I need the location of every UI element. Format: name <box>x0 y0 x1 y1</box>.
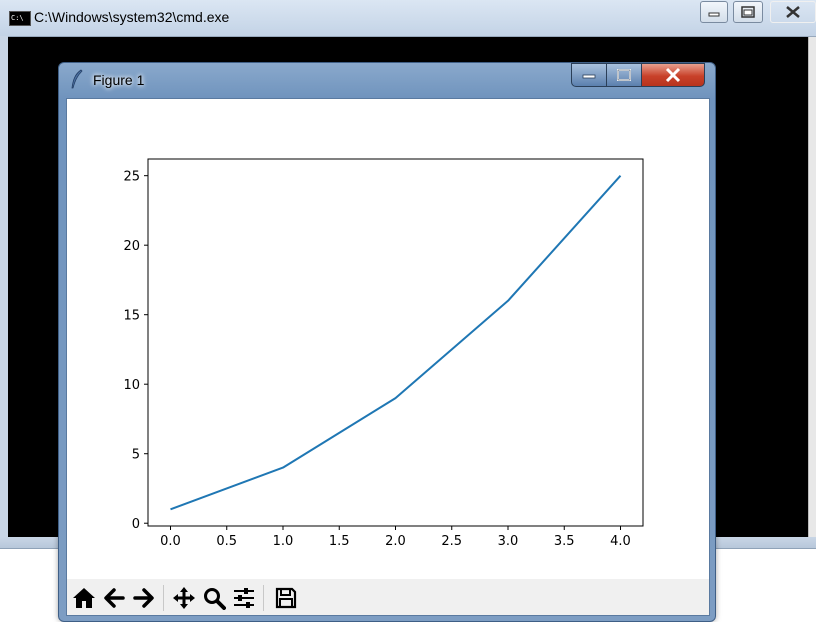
figure-window: Figure 1 0.0 0.5 1.0 1.5 2.0 2.5 3.0 3.5 4.0 0 5 10… <box>58 62 716 622</box>
x-tick-label: 0.0 <box>160 534 181 549</box>
save-button[interactable] <box>272 584 300 612</box>
cmd-close-button[interactable] <box>770 1 816 23</box>
line-chart: 0.0 0.5 1.0 1.5 2.0 2.5 3.0 3.5 4.0 0 5 10 15 20 25 <box>123 158 644 549</box>
y-tick-label: 10 <box>123 378 140 393</box>
save-icon <box>275 587 297 609</box>
figure-window-title: Figure 1 <box>93 72 145 88</box>
x-tick-label: 3.0 <box>498 534 519 549</box>
figure-client-area: 0.0 0.5 1.0 1.5 2.0 2.5 3.0 3.5 4.0 0 5 10 15 20 25 <box>66 98 710 616</box>
back-icon <box>104 588 125 608</box>
figure-maximize-button[interactable] <box>606 63 642 87</box>
x-tick-label: 2.5 <box>441 534 462 549</box>
cmd-icon: C:\ <box>9 11 31 26</box>
configure-subplots-icon <box>234 588 254 608</box>
feather-icon <box>71 69 83 89</box>
figure-minimize-button[interactable] <box>571 63 607 87</box>
pan-button[interactable] <box>170 584 198 612</box>
home-button[interactable] <box>70 584 98 612</box>
toolbar-separator <box>263 585 264 611</box>
y-tick-label: 15 <box>123 309 140 324</box>
restore-icon <box>741 6 755 18</box>
configure-subplots-button[interactable] <box>230 584 258 612</box>
navigation-toolbar <box>67 579 709 615</box>
x-tick-label: 4.0 <box>610 534 631 549</box>
zoom-button[interactable] <box>200 584 228 612</box>
axes: 0.0 0.5 1.0 1.5 2.0 2.5 3.0 3.5 4.0 0 5 10 15 20 25 <box>123 158 644 549</box>
back-button[interactable] <box>100 584 128 612</box>
cmd-frame <box>0 36 8 538</box>
cmd-restore-button[interactable] <box>733 1 763 23</box>
plot-frame <box>147 158 644 527</box>
x-tick-label: 1.5 <box>329 534 350 549</box>
home-icon <box>73 588 95 608</box>
toolbar-separator <box>163 585 164 611</box>
cmd-scrollbar[interactable] <box>808 37 816 537</box>
cmd-window-title: C:\Windows\system32\cmd.exe <box>34 9 230 25</box>
forward-button[interactable] <box>130 584 158 612</box>
y-tick-label: 20 <box>123 239 140 254</box>
maximize-icon <box>617 69 631 81</box>
y-tick-label: 0 <box>132 517 140 532</box>
minimize-icon <box>708 12 720 17</box>
pan-icon <box>173 587 195 609</box>
figure-titlebar[interactable]: Figure 1 <box>59 63 715 97</box>
y-tick-label: 5 <box>132 448 140 463</box>
x-tick-label: 1.0 <box>273 534 294 549</box>
x-tick-label: 2.0 <box>385 534 406 549</box>
x-tick-label: 3.5 <box>554 534 575 549</box>
x-tick-label: 0.5 <box>216 534 237 549</box>
close-icon <box>786 6 800 18</box>
minimize-icon <box>582 74 596 79</box>
figure-close-button[interactable] <box>641 63 705 87</box>
cmd-minimize-button[interactable] <box>700 1 728 23</box>
zoom-icon <box>204 588 226 610</box>
y-tick-label: 25 <box>123 170 140 185</box>
plot-canvas[interactable]: 0.0 0.5 1.0 1.5 2.0 2.5 3.0 3.5 4.0 0 5 10 15 20 25 <box>67 99 709 579</box>
forward-icon <box>133 588 154 608</box>
cmd-titlebar[interactable]: C:\ C:\Windows\system32\cmd.exe <box>0 0 816 37</box>
close-icon <box>665 67 681 83</box>
